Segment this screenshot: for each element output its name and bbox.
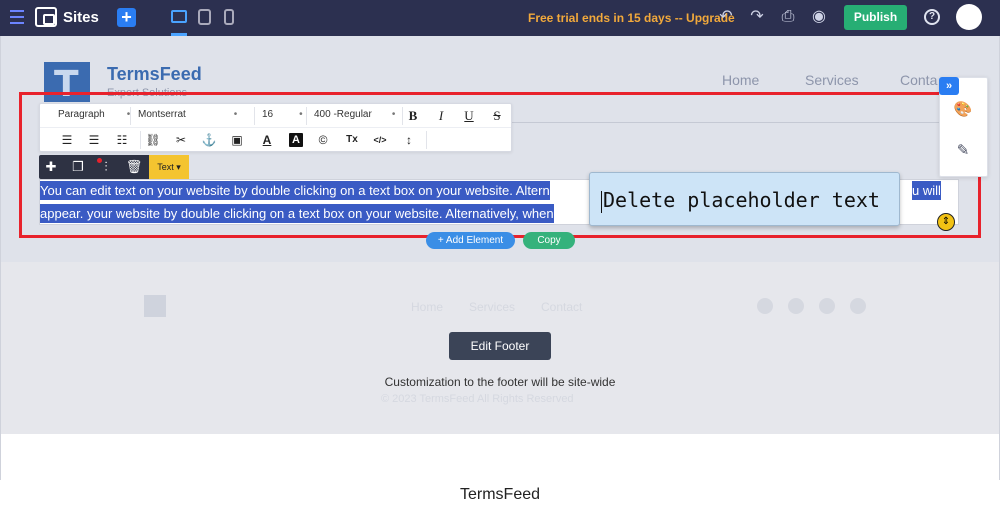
footer-nav-home: Home [411, 300, 444, 314]
avatar[interactable] [956, 4, 982, 30]
edit-footer-button[interactable]: Edit Footer [449, 332, 551, 360]
copy-button[interactable]: Copy [523, 232, 575, 249]
sites-logo-icon [35, 7, 57, 27]
redo-icon[interactable]: ↷ [748, 8, 766, 26]
move-handle-icon[interactable]: ⇕ [937, 213, 955, 231]
youtube-icon [788, 298, 804, 314]
instruction-callout: Delete placeholder text [589, 172, 900, 226]
palette-icon[interactable]: 🎨 [952, 100, 974, 120]
preview-icon[interactable]: ◉ [810, 8, 828, 26]
footer-note: Customization to the footer will be site… [384, 375, 616, 389]
collapse-panel-button[interactable]: » [939, 77, 959, 95]
editor-canvas: TermsFeed Expert Solutions Home Services… [0, 36, 1000, 480]
mobile-icon[interactable] [224, 9, 234, 25]
brand-name: TermsFeed [107, 64, 202, 84]
publish-button[interactable]: Publish [844, 5, 907, 30]
editor-topbar: Sites + Free trial ends in 15 days -- Up… [0, 0, 1000, 36]
help-icon[interactable]: ? [924, 9, 940, 25]
trial-upgrade-link[interactable]: Free trial ends in 15 days -- Upgrade [528, 11, 735, 25]
tablet-icon[interactable] [198, 9, 211, 25]
footer-copyright: © 2023 TermsFeed All Rights Reserved [381, 393, 574, 405]
desktop-icon[interactable] [171, 10, 187, 23]
footer-nav-services: Services [469, 300, 516, 314]
undo-icon[interactable]: ↶ [717, 8, 735, 26]
nav-item-contact[interactable]: Conta [900, 72, 937, 88]
footer-logo-icon [144, 295, 166, 317]
nav-item-home[interactable]: Home [722, 72, 759, 88]
footer-nav-contact: Contact [541, 300, 583, 314]
x-icon [850, 298, 866, 314]
site-footer-section: Home Services Contact Edit Footer Custom… [1, 262, 999, 434]
edit-icon[interactable]: ✎ [952, 141, 974, 161]
nav-item-services[interactable]: Services [805, 72, 859, 88]
instagram-icon [819, 298, 835, 314]
save-icon[interactable]: ⎙ [779, 8, 797, 26]
app-title: Sites [63, 9, 99, 26]
add-element-button[interactable]: + Add Element [426, 232, 515, 249]
facebook-icon [757, 298, 773, 314]
video-caption: TermsFeed [459, 486, 541, 503]
add-page-button[interactable]: + [117, 8, 136, 27]
menu-icon[interactable] [10, 10, 24, 24]
page-bottom [1, 434, 999, 480]
